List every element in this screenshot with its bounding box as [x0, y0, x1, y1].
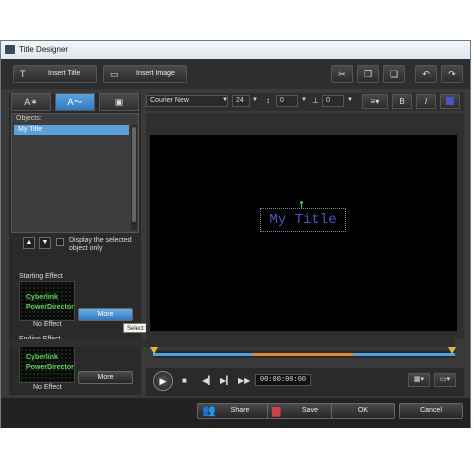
- cancel-button[interactable]: Cancel: [399, 403, 463, 419]
- save-label: Save: [302, 407, 318, 414]
- title-duration-track: [253, 353, 353, 356]
- main-toolbar: T Insert Title ▭ Insert Image ✂ ❐ ❏ ↶ ↷: [1, 59, 470, 89]
- title-canvas[interactable]: My Title: [150, 135, 457, 331]
- objects-list: Objects: My Title: [11, 113, 139, 233]
- font-select[interactable]: Courier New: [146, 95, 228, 107]
- share-button[interactable]: 👥 Share: [197, 403, 269, 419]
- chevron-down-icon[interactable]: ▼: [347, 97, 353, 103]
- start-marker[interactable]: [150, 347, 158, 354]
- chevron-down-icon[interactable]: ▼: [301, 97, 307, 103]
- display-selected-label: Display the selected object only: [69, 237, 132, 252]
- preview-area: My Title: [146, 113, 464, 339]
- char-spacing-icon: ⊥: [312, 96, 319, 105]
- move-down-button[interactable]: ▼: [39, 237, 51, 249]
- display-selected-checkbox[interactable]: [56, 238, 64, 246]
- text-icon: T: [20, 69, 26, 79]
- line-spacing-input[interactable]: 0: [276, 95, 298, 107]
- end-effect-track: [353, 353, 455, 356]
- insert-title-label: Insert Title: [48, 70, 81, 77]
- text-style-tab[interactable]: A✶: [11, 93, 51, 111]
- safe-zone-icon[interactable]: ▦▾: [408, 373, 430, 387]
- ending-effect-value: No Effect: [33, 384, 62, 391]
- objects-label: Objects:: [16, 115, 42, 122]
- previous-frame-icon[interactable]: ◀▎: [202, 376, 214, 385]
- start-effect-track: [153, 353, 253, 356]
- redo-icon[interactable]: ↷: [441, 65, 463, 83]
- scissors-icon[interactable]: ✂: [331, 65, 353, 83]
- color-picker-button[interactable]: [440, 94, 460, 109]
- line-spacing-icon: ↕: [266, 96, 270, 105]
- image-tab[interactable]: ▣: [99, 93, 139, 111]
- window-title: Title Designer: [19, 45, 69, 54]
- objects-scrollbar[interactable]: [131, 125, 137, 230]
- title-text-object[interactable]: My Title: [260, 208, 346, 232]
- color-swatch: [446, 97, 454, 105]
- ending-effect-preview[interactable]: Cyberlink PowerDirector: [19, 343, 75, 383]
- italic-button[interactable]: I: [416, 94, 436, 109]
- save-icon: ▆: [272, 405, 281, 417]
- timecode-display: 00:00:00:00: [255, 374, 311, 386]
- move-up-button[interactable]: ▲: [23, 237, 35, 249]
- copy-icon[interactable]: ❐: [357, 65, 379, 83]
- list-item[interactable]: My Title: [14, 125, 129, 135]
- title-bar: Title Designer: [1, 41, 470, 59]
- preview-line-1: Cyberlink: [26, 354, 58, 361]
- chevron-down-icon[interactable]: ▼: [222, 97, 228, 103]
- playback-controls: ▶ ■ ◀▎ ▶▎ ▶▶ 00:00:00:00 ▦▾ ▭▾: [146, 368, 464, 396]
- scroll-thumb[interactable]: [132, 127, 136, 222]
- share-label: Share: [230, 407, 250, 414]
- preview-line-2: PowerDirector: [26, 304, 74, 311]
- undo-icon[interactable]: ↶: [415, 65, 437, 83]
- starting-effect-value: No Effect: [33, 321, 62, 328]
- starting-effect-label: Starting Effect: [19, 273, 63, 280]
- ending-more-button[interactable]: More: [78, 371, 133, 384]
- insert-image-label: Insert Image: [136, 70, 175, 77]
- next-frame-icon[interactable]: ▶▎: [220, 376, 232, 385]
- starting-effect-preview[interactable]: Cyberlink PowerDirector: [19, 281, 75, 321]
- char-spacing-input[interactable]: 0: [322, 95, 344, 107]
- panel-tabs: A✶ A〜 ▣: [9, 93, 141, 111]
- preview-line-1: Cyberlink: [26, 294, 58, 301]
- save-button[interactable]: ▆ Save: [267, 403, 339, 419]
- share-icon: 👥: [202, 405, 216, 417]
- insert-title-button[interactable]: T Insert Title: [13, 65, 97, 83]
- text-effect-tab[interactable]: A〜: [55, 93, 95, 111]
- timeline-slider[interactable]: [150, 347, 456, 358]
- image-icon: ▭: [110, 69, 119, 79]
- aspect-ratio-icon[interactable]: ▭▾: [434, 373, 456, 387]
- format-toolbar: Courier New ▼ 24 ▼ ↕ 0 ▼ ⊥ 0 ▼ ≡▾ B I: [146, 93, 464, 111]
- ok-button[interactable]: OK: [331, 403, 395, 419]
- app-icon: [5, 45, 15, 54]
- play-button[interactable]: ▶: [153, 371, 173, 391]
- horizontal-scrollbar[interactable]: [9, 339, 455, 347]
- bottom-bar: 👥 Share ▆ Save OK Cancel: [1, 398, 470, 428]
- chevron-down-icon[interactable]: ▼: [252, 97, 258, 103]
- bold-button[interactable]: B: [392, 94, 412, 109]
- font-size-select[interactable]: 24: [232, 95, 250, 107]
- stop-icon[interactable]: ■: [182, 376, 187, 385]
- end-marker[interactable]: [448, 347, 456, 354]
- insert-image-button[interactable]: ▭ Insert Image: [103, 65, 187, 83]
- paste-icon[interactable]: ❏: [383, 65, 405, 83]
- preview-line-2: PowerDirector: [26, 364, 74, 371]
- fast-forward-icon[interactable]: ▶▶: [238, 376, 250, 385]
- title-designer-window: Title Designer T Insert Title ▭ Insert I…: [0, 40, 471, 428]
- starting-more-button[interactable]: More: [78, 308, 133, 321]
- align-left-icon[interactable]: ≡▾: [362, 94, 388, 109]
